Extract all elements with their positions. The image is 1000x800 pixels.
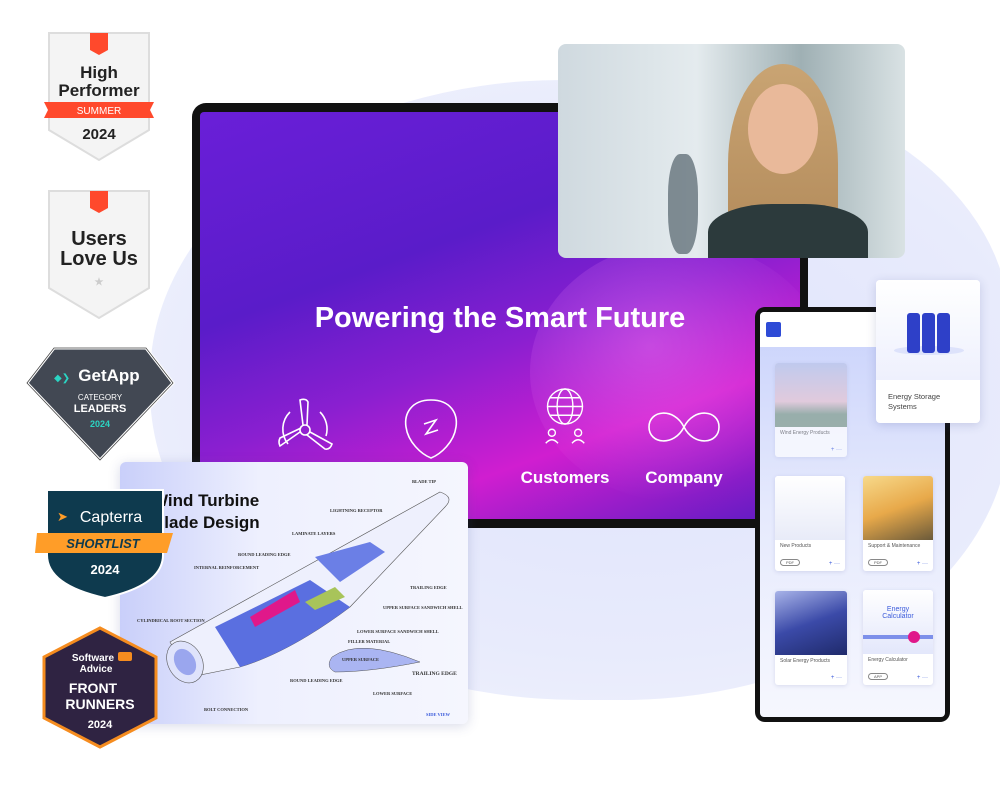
- getapp-logo-icon: ◆❯: [54, 373, 70, 384]
- g2-users-love-us-badge: Users Love Us ★: [48, 190, 150, 320]
- laminate-label: LAMINATE LAYERS: [292, 531, 336, 536]
- calculator-slider[interactable]: [863, 635, 933, 639]
- trailing2-label: TRAILING EDGE: [412, 671, 457, 677]
- slider-handle[interactable]: [908, 631, 920, 643]
- l2-label: RUNNERS: [65, 696, 134, 712]
- workers-image: [863, 476, 933, 540]
- l1-label: High: [80, 63, 118, 82]
- card-actions[interactable]: + ···: [917, 675, 928, 681]
- brand-label: GetApp: [78, 366, 139, 385]
- ribbon-label: SHORTLIST: [66, 536, 140, 551]
- wind-farm-image: [775, 363, 847, 427]
- star-icon: ★: [95, 277, 104, 288]
- card-actions[interactable]: + ···: [831, 447, 842, 453]
- add-icon[interactable]: +: [917, 561, 921, 567]
- lower-surface-label: LOWER SURFACE: [373, 691, 412, 696]
- card-support[interactable]: Support & Maintenance PDF + ···: [863, 476, 933, 571]
- turbine-image: [775, 476, 845, 540]
- energy-storage-card[interactable]: Energy Storage Systems: [876, 280, 980, 423]
- smiling-woman-photo: [558, 44, 905, 258]
- getapp-category-leaders-badge: ◆❯ GetApp CATEGORY LEADERS 2024: [25, 346, 175, 463]
- year-label: 2024: [88, 719, 113, 731]
- add-icon[interactable]: +: [831, 447, 835, 453]
- card-new-products[interactable]: New Products PDF + ···: [775, 476, 845, 571]
- card-title: Solar Energy Products: [780, 658, 831, 664]
- capterra-shortlist-badge: ➤ Capterra SHORTLIST 2024: [35, 489, 173, 600]
- capterra-logo-icon: ➤: [57, 509, 68, 524]
- add-icon[interactable]: +: [831, 675, 835, 681]
- solar-panel-image: [775, 591, 847, 655]
- hero-title: Powering the Smart Future: [314, 302, 686, 334]
- software-advice-logo-icon: [118, 652, 132, 661]
- calculator-preview: Energy Calculator: [863, 590, 933, 654]
- lightning-label: LIGHTNING RECEPTOR: [330, 508, 383, 513]
- card-title: New Products: [780, 543, 812, 549]
- upper-surface-label: UPPER SURFACE: [342, 657, 379, 662]
- blade-tip-label: BLADE TIP: [412, 479, 436, 484]
- infinity-icon: [648, 412, 720, 442]
- customers-label: Customers: [520, 468, 610, 487]
- filler-label: FILLER MATERIAL: [348, 639, 390, 644]
- round2-label: ROUND LEADING EDGE: [290, 678, 343, 683]
- more-icon[interactable]: ···: [834, 561, 840, 567]
- software-advice-front-runners-badge: Software Advice FRONT RUNNERS 2024: [42, 626, 158, 749]
- more-icon[interactable]: ···: [836, 675, 842, 681]
- turbine-icon: [278, 398, 333, 450]
- upper-shell-label: UPPER SURFACE SANDWICH SHELL: [383, 605, 463, 610]
- year-label: 2024: [82, 126, 116, 143]
- internal-label: INTERNAL REINFORCEMENT: [194, 565, 259, 570]
- more-icon[interactable]: ···: [922, 675, 928, 681]
- card-title: Wind Energy Products: [780, 430, 830, 436]
- root-label: CYLINDRICAL ROOT SECTION: [137, 618, 205, 623]
- card-title: Support & Maintenance: [868, 543, 921, 549]
- pdf-tag: PDF: [780, 559, 800, 566]
- card-title: Energy Storage Systems: [888, 392, 941, 411]
- bolt-label: BOLT CONNECTION: [204, 707, 249, 712]
- menu-icon[interactable]: [766, 322, 781, 337]
- year-label: 2024: [90, 419, 110, 429]
- card-wind-energy[interactable]: Wind Energy Products + ···: [775, 363, 847, 457]
- l1-label: Users: [71, 228, 127, 250]
- card-actions[interactable]: + ···: [829, 561, 840, 567]
- battery-illustration: [876, 280, 980, 380]
- card-actions[interactable]: + ···: [831, 675, 842, 681]
- globe-icon: [545, 388, 585, 444]
- bolt-icon: [404, 399, 458, 459]
- card-energy-calculator[interactable]: Energy Calculator Energy Calculator APP …: [863, 590, 933, 685]
- lower-shell-label: LOWER SURFACE SANDWICH SHELL: [357, 629, 439, 634]
- l2-label: Love Us: [60, 248, 138, 270]
- l1-label: CATEGORY: [78, 393, 123, 402]
- l2-label: Performer: [58, 81, 140, 100]
- company-label: Company: [645, 468, 723, 487]
- brand2-label: Advice: [80, 664, 113, 675]
- more-icon[interactable]: ···: [922, 561, 928, 567]
- app-tag: APP: [868, 673, 889, 680]
- ribbon-label: SUMMER: [77, 106, 121, 117]
- side-view-label: SIDE VIEW: [426, 712, 451, 717]
- card-title: Energy Calculator: [868, 657, 908, 663]
- year-label: 2024: [91, 562, 121, 577]
- card-actions[interactable]: + ···: [917, 561, 928, 567]
- pdf-tag: PDF: [868, 559, 888, 566]
- brand-label: Capterra: [80, 509, 142, 526]
- l1-label: FRONT: [69, 680, 118, 696]
- calculator-heading: Energy Calculator: [882, 606, 914, 620]
- round-edge-label: ROUND LEADING EDGE: [238, 552, 291, 557]
- more-icon[interactable]: ···: [836, 447, 842, 453]
- g2-high-performer-badge: High Performer SUMMER 2024: [44, 32, 154, 162]
- l2-label: LEADERS: [74, 403, 127, 415]
- add-icon[interactable]: +: [917, 675, 921, 681]
- brand1-label: Software: [72, 653, 115, 664]
- card-solar-energy[interactable]: Solar Energy Products + ···: [775, 591, 847, 685]
- add-icon[interactable]: +: [829, 561, 833, 567]
- trailing-label: TRAILING EDGE: [410, 585, 447, 590]
